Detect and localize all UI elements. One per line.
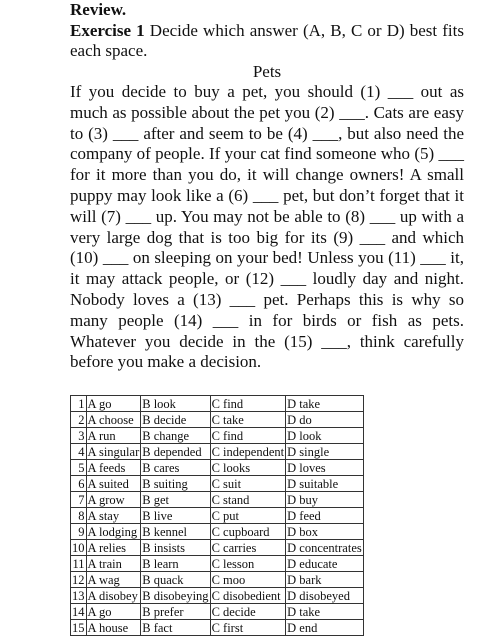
answer-row: 1A go B look C find D take: [70, 395, 364, 412]
option-c: C moo: [209, 571, 287, 588]
option-c: C find: [209, 427, 287, 444]
question-number: 2: [70, 411, 87, 428]
answer-options-table: 1A go B look C find D take 2 A choose B decide…: [70, 395, 364, 636]
option-a: A go: [85, 395, 142, 412]
option-a: A house: [85, 619, 142, 636]
option-a: A suited: [85, 475, 142, 492]
option-c: C cupboard: [209, 523, 287, 540]
answer-row: 15 A house B fact C first D end: [70, 619, 364, 636]
option-b: B depended: [140, 443, 211, 460]
option-d: D box: [285, 523, 364, 540]
exercise-label: Exercise 1: [70, 21, 145, 40]
option-c: C independent: [209, 443, 287, 460]
option-c: C stand: [209, 491, 287, 508]
review-heading: Review.: [70, 0, 127, 19]
question-number: 12: [70, 571, 87, 588]
answer-row: 14 A go B prefer C decide D take: [70, 603, 364, 620]
option-d: D bark: [285, 571, 364, 588]
answer-row: 6A suited B suiting C suit D suitable: [70, 475, 364, 492]
option-a: A choose: [85, 411, 142, 428]
option-c: C suit: [209, 475, 287, 492]
option-b: B look: [140, 395, 211, 412]
option-c: C first: [209, 619, 287, 636]
option-a: A stay: [85, 507, 142, 524]
answer-row: 4A singular B depended C independent D sing…: [70, 443, 364, 460]
question-number: 3: [70, 427, 87, 444]
option-a: A lodging: [85, 523, 142, 540]
exercise-instruction: Exercise 1 Decide which answer (A, B, C …: [70, 21, 464, 61]
option-d: D educate: [285, 555, 364, 572]
option-a: A feeds: [85, 459, 142, 476]
option-d: D look: [285, 427, 364, 444]
answer-row: 8A stay B live C put D feed: [70, 507, 364, 524]
answer-row: 3A run B change C find D look: [70, 427, 364, 444]
option-c: C put: [209, 507, 287, 524]
option-d: D feed: [285, 507, 364, 524]
option-b: B change: [140, 427, 211, 444]
option-b: B fact: [140, 619, 211, 636]
question-number: 1: [70, 395, 87, 412]
option-c: C carries: [209, 539, 287, 556]
option-a: A train: [85, 555, 142, 572]
option-d: D take: [285, 395, 364, 412]
option-d: D concentrates: [285, 539, 364, 556]
option-c: C find: [209, 395, 287, 412]
option-d: D take: [285, 603, 364, 620]
option-b: B suiting: [140, 475, 211, 492]
answer-row: 11 A train B learn C lesson D educate: [70, 555, 364, 572]
question-number: 15: [70, 619, 87, 636]
option-c: C looks: [209, 459, 287, 476]
option-b: B disobeying: [140, 587, 211, 604]
option-d: D loves: [285, 459, 364, 476]
option-a: A wag: [85, 571, 142, 588]
option-d: D do: [285, 411, 364, 428]
option-c: C lesson: [209, 555, 287, 572]
question-number: 8: [70, 507, 87, 524]
answer-row: 5A feeds B cares C looks D loves: [70, 459, 364, 476]
option-b: B prefer: [140, 603, 211, 620]
question-number: 14: [70, 603, 87, 620]
question-number: 4: [70, 443, 87, 460]
option-b: B get: [140, 491, 211, 508]
option-c: C decide: [209, 603, 287, 620]
option-b: B insists: [140, 539, 211, 556]
option-c: C disobedient: [209, 587, 287, 604]
option-d: D buy: [285, 491, 364, 508]
option-a: A grow: [85, 491, 142, 508]
option-b: B cares: [140, 459, 211, 476]
option-a: A relies: [85, 539, 142, 556]
answer-row: 7A grow B get C stand D buy: [70, 491, 364, 508]
option-b: B kennel: [140, 523, 211, 540]
option-a: A singular: [85, 443, 142, 460]
worksheet: Review. Exercise 1 Decide which answer (…: [70, 0, 464, 373]
option-b: B decide: [140, 411, 211, 428]
option-b: B live: [140, 507, 211, 524]
question-number: 5: [70, 459, 87, 476]
option-b: B quack: [140, 571, 211, 588]
option-d: D single: [285, 443, 364, 460]
option-d: D end: [285, 619, 364, 636]
question-number: 11: [70, 555, 87, 572]
answer-row: 13 A disobey B disobeying C disobedient D di…: [70, 587, 364, 604]
option-d: D disobeyed: [285, 587, 364, 604]
option-a: A go: [85, 603, 142, 620]
question-number: 10: [70, 539, 87, 556]
answer-row: 9A lodging B kennel C cupboard D box: [70, 523, 364, 540]
question-number: 6: [70, 475, 87, 492]
passage-text: If you decide to buy a pet, you should (…: [70, 82, 464, 372]
passage-title: Pets: [252, 62, 282, 81]
question-number: 9: [70, 523, 87, 540]
option-d: D suitable: [285, 475, 364, 492]
answer-row: 12 A wag B quack C moo D bark: [70, 571, 364, 588]
option-c: C take: [209, 411, 287, 428]
option-a: A run: [85, 427, 142, 444]
option-b: B learn: [140, 555, 211, 572]
question-number: 13: [70, 587, 87, 604]
question-number: 7: [70, 491, 87, 508]
answer-row: 10 A relies B insists C carries D concentrat…: [70, 539, 364, 556]
option-a: A disobey: [85, 587, 142, 604]
answer-row: 2A choose B decide C take D do: [70, 411, 364, 428]
